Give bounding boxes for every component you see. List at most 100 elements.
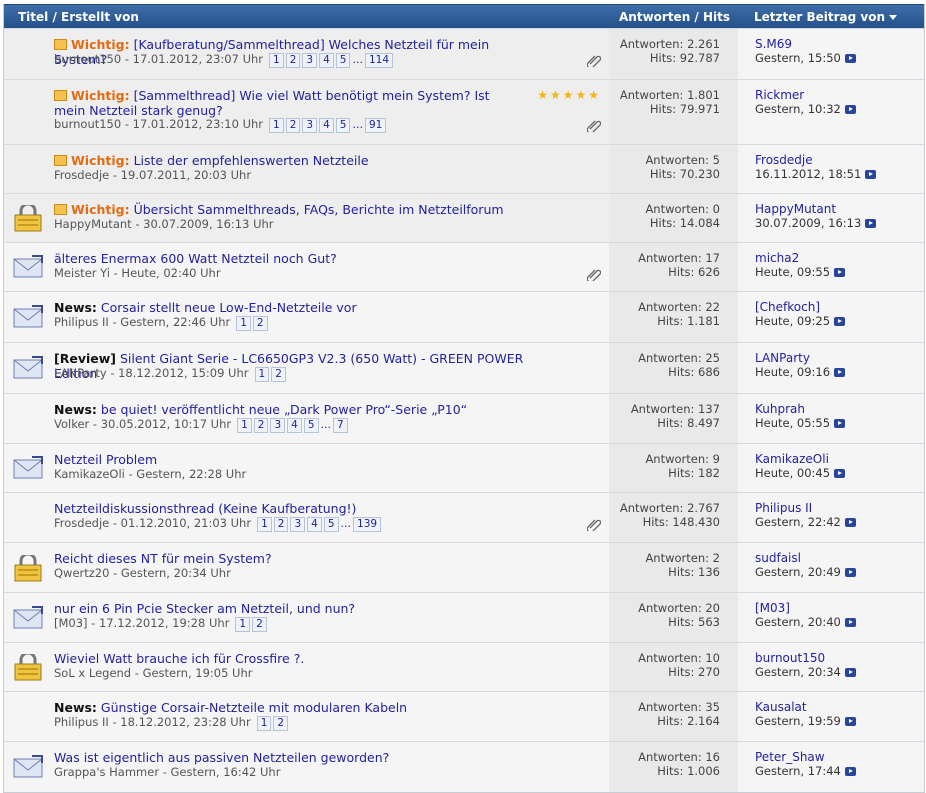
page-link[interactable]: 2 bbox=[252, 316, 268, 331]
last-post-user-link[interactable]: LANParty bbox=[755, 351, 810, 365]
go-to-last-post-icon[interactable] bbox=[834, 317, 846, 326]
thread-title-link[interactable]: nur ein 6 Pin Pcie Stecker am Netzteil, … bbox=[54, 601, 524, 616]
last-post-date-text: Heute, 05:55 bbox=[755, 416, 831, 430]
page-link[interactable]: 3 bbox=[302, 118, 318, 133]
sort-by-last-post[interactable]: Letzter Beitrag von bbox=[754, 10, 898, 24]
sort-by-replies-hits[interactable]: Antworten / Hits bbox=[619, 10, 730, 24]
thread-title: Reicht dieses NT für mein System? bbox=[54, 551, 272, 566]
last-post-date: Heute, 09:16 bbox=[755, 365, 846, 379]
page-link[interactable]: 5 bbox=[303, 418, 319, 433]
page-link[interactable]: 1 bbox=[237, 418, 252, 433]
page-link[interactable]: 114 bbox=[364, 53, 394, 68]
thread-title: Netzteildiskussionsthread (Keine Kaufber… bbox=[54, 501, 357, 516]
page-link[interactable]: 139 bbox=[353, 517, 382, 532]
thread-title-cell: Reicht dieses NT für mein System? Qwertz2… bbox=[49, 543, 609, 592]
go-to-last-post-icon[interactable] bbox=[834, 419, 846, 428]
page-ellipsis: ... bbox=[340, 517, 352, 530]
page-link[interactable]: 3 bbox=[270, 418, 286, 433]
thread-title-link[interactable]: Netzteil Problem bbox=[54, 452, 524, 467]
go-to-last-post-icon[interactable] bbox=[844, 518, 856, 527]
thread-title-link[interactable]: älteres Enermax 600 Watt Netzteil noch G… bbox=[54, 251, 524, 266]
thread-meta: burnout150 - 17.01.2012, 23:07 Uhr 1 2 3 4 5.… bbox=[54, 52, 395, 68]
thread-title-link[interactable]: Reicht dieses NT für mein System? bbox=[54, 551, 524, 566]
last-post-user-link[interactable]: Kausalat bbox=[755, 700, 807, 714]
last-post-user-link[interactable]: Frosdedje bbox=[755, 153, 813, 167]
reply-count: Antworten: 25 bbox=[638, 351, 720, 365]
last-post-date-text: 30.07.2009, 16:13 bbox=[755, 216, 862, 230]
last-post-user-link[interactable]: HappyMutant bbox=[755, 202, 836, 216]
page-link[interactable]: 1 bbox=[256, 716, 272, 731]
thread-list: Titel / Erstellt von Antworten / Hits Le… bbox=[3, 4, 925, 793]
go-to-last-post-icon[interactable] bbox=[834, 268, 846, 277]
go-to-last-post-icon[interactable] bbox=[865, 219, 877, 228]
go-to-last-post-icon[interactable] bbox=[865, 170, 877, 179]
last-post-user-link[interactable]: sudfaisl bbox=[755, 551, 801, 565]
thread-prefix: News: bbox=[54, 402, 97, 417]
reply-count: Antworten: 10 bbox=[638, 651, 720, 665]
page-link[interactable]: 4 bbox=[319, 118, 334, 133]
page-link[interactable]: 7 bbox=[333, 418, 348, 433]
page-link[interactable]: 3 bbox=[302, 53, 318, 68]
thread-title-link[interactable]: Wichtig: Liste der empfehlenswerten Netz… bbox=[54, 153, 524, 168]
thread-title-link[interactable]: News: Corsair stellt neue Low-End-Netzte… bbox=[54, 300, 524, 315]
last-post-user-link[interactable]: Rickmer bbox=[755, 88, 804, 102]
page-link[interactable]: 1 bbox=[235, 617, 251, 632]
page-link[interactable]: 1 bbox=[254, 367, 270, 382]
thread-prefix: Wichtig: bbox=[71, 88, 130, 103]
page-link[interactable]: 5 bbox=[335, 118, 351, 133]
page-link[interactable]: 2 bbox=[253, 418, 269, 433]
last-post-user-link[interactable]: [M03] bbox=[755, 601, 790, 615]
last-post-user-link[interactable]: KamikazeOli bbox=[755, 452, 829, 466]
page-link[interactable]: 1 bbox=[269, 118, 284, 133]
thread-title-link[interactable]: News: Günstige Corsair-Netzteile mit mod… bbox=[54, 700, 524, 715]
sort-by-title[interactable]: Titel / Erstellt von bbox=[18, 10, 139, 24]
page-link[interactable]: 2 bbox=[271, 367, 286, 382]
thread-title-link[interactable]: News: be quiet! veröffentlicht neue „Dar… bbox=[54, 402, 524, 417]
page-link[interactable]: 1 bbox=[269, 53, 284, 68]
last-post-user-link[interactable]: burnout150 bbox=[755, 651, 825, 665]
go-to-last-post-icon[interactable] bbox=[844, 668, 856, 677]
go-to-last-post-icon[interactable] bbox=[834, 368, 846, 377]
last-post-user-link[interactable]: Kuhprah bbox=[755, 402, 805, 416]
go-to-last-post-icon[interactable] bbox=[844, 105, 856, 114]
thread-title-link[interactable]: Wichtig: [Sammelthread] Wie viel Watt be… bbox=[54, 88, 524, 118]
thread-title-link[interactable]: Was ist eigentlich aus passiven Netzteil… bbox=[54, 750, 524, 765]
last-post-user-link[interactable]: micha2 bbox=[755, 251, 799, 265]
go-to-last-post-icon[interactable] bbox=[844, 618, 856, 627]
thread-title-cell: News: Corsair stellt neue Low-End-Netzte… bbox=[49, 292, 609, 342]
thread-status-cell bbox=[4, 643, 49, 691]
page-link[interactable]: 1 bbox=[236, 316, 251, 331]
page-link[interactable]: 4 bbox=[319, 53, 334, 68]
go-to-last-post-icon[interactable] bbox=[834, 469, 846, 478]
page-link[interactable]: 5 bbox=[335, 53, 351, 68]
page-link[interactable]: 2 bbox=[285, 53, 301, 68]
page-link[interactable]: 2 bbox=[285, 118, 301, 133]
reply-count: Antworten: 2 bbox=[645, 551, 720, 565]
page-link[interactable]: 1 bbox=[257, 517, 272, 532]
last-post-user-link[interactable]: Peter_Shaw bbox=[755, 750, 825, 764]
thread-title-link[interactable]: Wieviel Watt brauche ich für Crossfire ?… bbox=[54, 651, 524, 666]
sort-desc-icon bbox=[889, 15, 898, 20]
last-post-user-link[interactable]: S.M69 bbox=[755, 37, 792, 51]
thread-title-cell: News: Günstige Corsair-Netzteile mit mod… bbox=[49, 692, 609, 741]
last-post-user-link[interactable]: [Chefkoch] bbox=[755, 300, 820, 314]
go-to-last-post-icon[interactable] bbox=[844, 767, 856, 776]
page-link[interactable]: 2 bbox=[273, 517, 289, 532]
page-link[interactable]: 3 bbox=[290, 517, 306, 532]
thread-stats-cell: Antworten: 2.767 Hits: 148.430 bbox=[609, 493, 738, 542]
sticky-note-icon bbox=[54, 39, 67, 50]
go-to-last-post-icon[interactable] bbox=[844, 54, 856, 63]
thread-title-link[interactable]: Netzteildiskussionsthread (Keine Kaufber… bbox=[54, 501, 524, 516]
go-to-last-post-icon[interactable] bbox=[844, 717, 856, 726]
page-link[interactable]: 4 bbox=[287, 418, 302, 433]
last-post-date-text: Gestern, 17:44 bbox=[755, 764, 841, 778]
page-link[interactable]: 2 bbox=[273, 716, 289, 731]
page-link[interactable]: 5 bbox=[323, 517, 339, 532]
last-post-user-link[interactable]: Philipus II bbox=[755, 501, 812, 515]
thread-title-cell: Wichtig: Übersicht Sammelthreads, FAQs, … bbox=[49, 194, 609, 242]
page-link[interactable]: 2 bbox=[252, 617, 267, 632]
go-to-last-post-icon[interactable] bbox=[844, 568, 856, 577]
thread-title-link[interactable]: Wichtig: Übersicht Sammelthreads, FAQs, … bbox=[54, 202, 524, 217]
page-link[interactable]: 4 bbox=[307, 517, 322, 532]
page-link[interactable]: 91 bbox=[364, 118, 387, 133]
